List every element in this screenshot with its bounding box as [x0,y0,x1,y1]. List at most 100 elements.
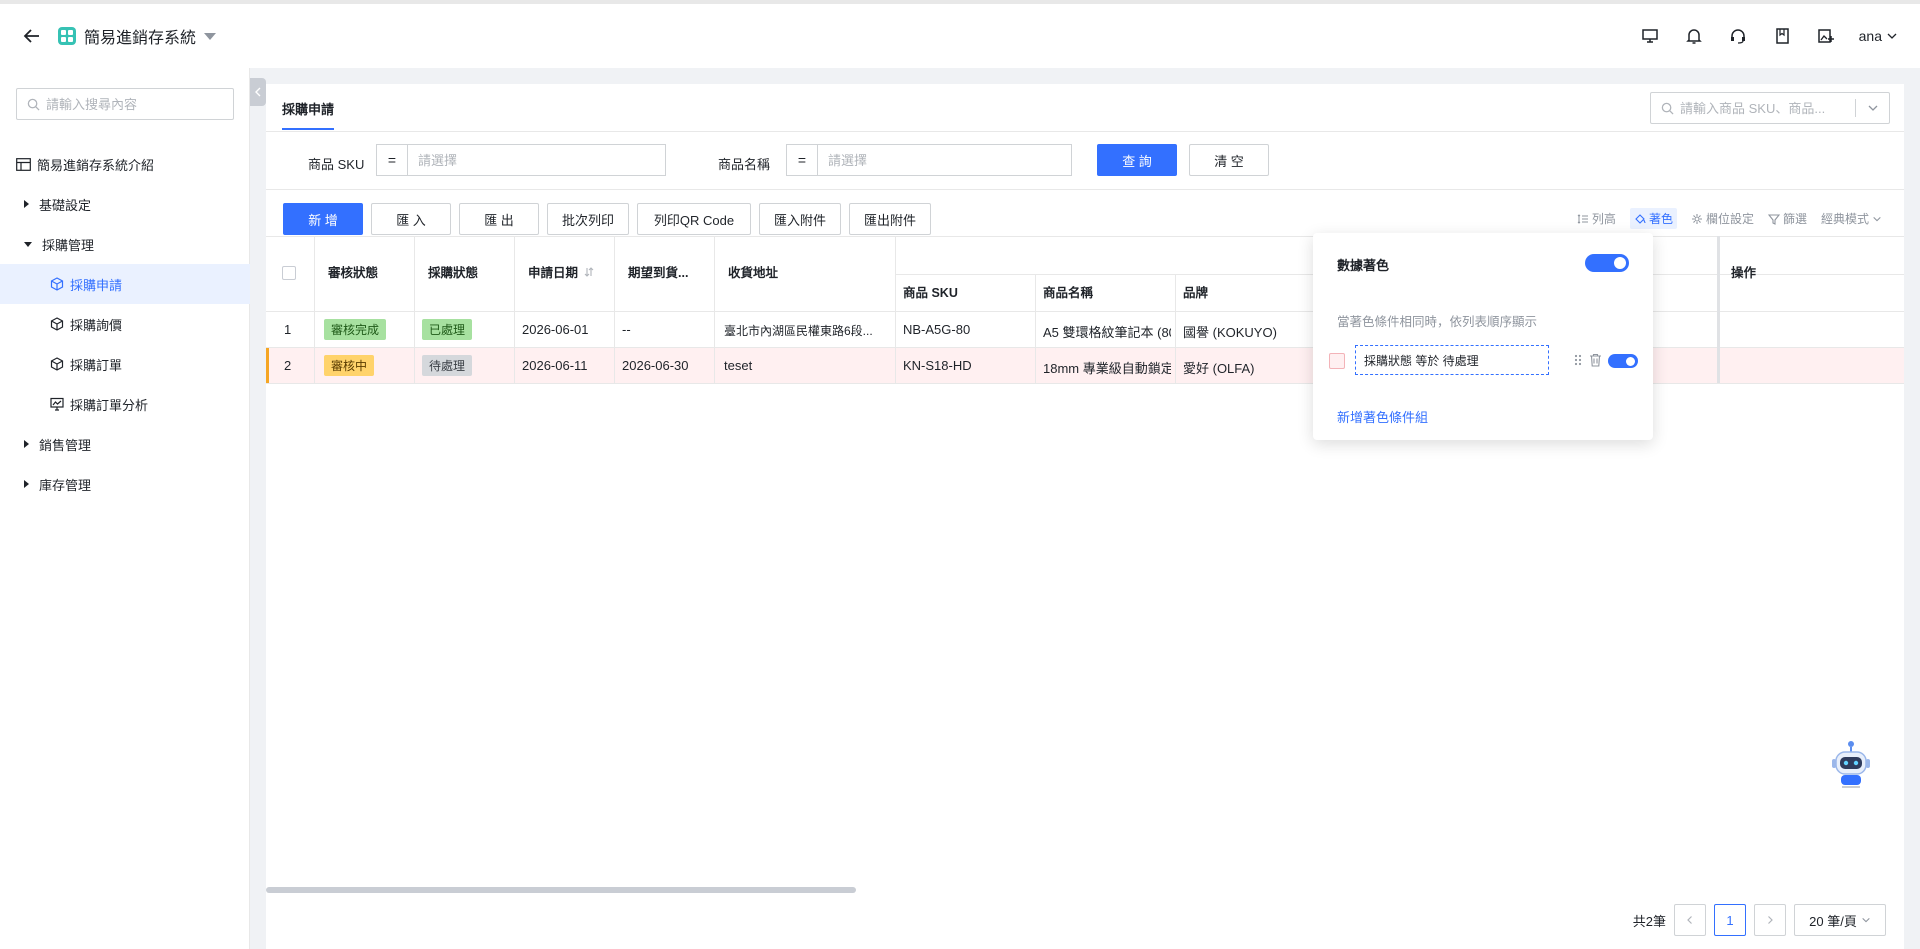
sidebar-group-sales[interactable]: 銷售管理 [0,424,250,464]
main-panel: 採購申請 商品 SKU = 商品名稱 = 查 詢 清 空 新 增 匯 入 匯 出… [266,84,1904,949]
sidebar-group-purchase[interactable]: 採購管理 [0,224,250,264]
clear-button[interactable]: 清 空 [1189,144,1269,176]
bell-icon[interactable] [1683,25,1705,47]
pagination: 共2筆 1 20 筆/頁 [1633,904,1886,936]
paint-bucket-icon [1635,213,1646,224]
col-header-sku[interactable]: 商品 SKU [903,282,958,301]
export-button[interactable]: 匯 出 [459,203,539,235]
next-page-button[interactable] [1754,904,1786,936]
sidebar: 簡易進銷存系統介紹 基礎設定 採購管理 採購申請 採購詢價 採購訂單 [0,68,250,949]
sidebar-item-purchase-inquiry[interactable]: 採購詢價 [0,304,250,344]
prev-page-button[interactable] [1674,904,1706,936]
app-switch-caret-icon[interactable] [204,32,217,40]
purchase-status-badge: 已處理 [422,319,473,340]
chart-screen-icon [50,397,64,411]
view-mode-dropdown[interactable]: 經典模式 [1821,210,1882,227]
column-settings-label: 欄位設定 [1705,212,1754,226]
chevron-down-icon[interactable] [1855,99,1889,117]
user-name: ana [1858,28,1882,44]
total-count: 共2筆 [1632,913,1666,929]
sidebar-collapse-handle[interactable] [250,78,266,106]
address-cell: teset [724,358,753,373]
add-button[interactable]: 新 增 [283,203,363,235]
color-swatch[interactable] [1329,353,1345,369]
sidebar-item-purchase-request[interactable]: 採購申請 [0,264,250,304]
book-icon[interactable] [1771,25,1793,47]
global-search[interactable] [1650,92,1890,124]
funnel-icon [1767,213,1780,225]
data-color-toggle[interactable] [1585,254,1629,272]
col-header-product-name[interactable]: 商品名稱 [1043,282,1093,301]
export-attachment-button[interactable]: 匯出附件 [849,203,931,235]
row-number: 2 [284,358,292,373]
filter-name-input[interactable] [818,144,1072,176]
condition-toggle[interactable] [1608,354,1638,368]
data-color-popover: 數據著色 當著色條件相同時，依列表順序顯示 採購狀態 等於 待處理 新增著色條件… [1313,233,1653,440]
sort-icon[interactable] [583,266,595,278]
col-header-expected-date[interactable]: 期望到貨... [628,262,688,281]
import-button[interactable]: 匯 入 [371,203,451,235]
search-icon [1661,102,1674,115]
sidebar-item-label: 採購訂單分析 [70,397,149,413]
robot-assistant-icon[interactable] [1828,740,1874,790]
page-number-button[interactable]: 1 [1714,904,1746,936]
sidebar-group-label: 銷售管理 [39,437,92,453]
import-attachment-button[interactable]: 匯入附件 [759,203,841,235]
filter-sku-input[interactable] [408,144,666,176]
support-headset-icon[interactable] [1727,25,1749,47]
drag-handle-icon[interactable] [1573,353,1583,370]
filter-sku-operator[interactable]: = [376,144,408,176]
sidebar-group-label: 庫存管理 [39,477,92,493]
tab-purchase-request[interactable]: 採購申請 [282,99,335,130]
sidebar-item-purchase-order-analysis[interactable]: 採購訂單分析 [0,384,250,424]
sidebar-group-inventory[interactable]: 庫存管理 [0,464,250,504]
cube-icon [50,317,64,331]
col-header-brand[interactable]: 品牌 [1183,282,1208,301]
sidebar-item-label: 採購訂單 [70,357,123,373]
filter-tool[interactable]: 篩選 [1767,210,1807,227]
view-mode-label: 經典模式 [1820,212,1869,226]
page-size-select[interactable]: 20 筆/頁 [1794,904,1886,936]
sidebar-group-basic-settings[interactable]: 基礎設定 [0,184,250,224]
review-status-badge: 審核中 [324,355,375,376]
tab-bar: 採購申請 [266,84,1904,132]
col-header-review-status[interactable]: 審核狀態 [328,262,378,281]
col-header-apply-date[interactable]: 申請日期 [528,262,595,281]
search-icon [27,98,40,111]
trash-icon[interactable] [1589,353,1602,370]
color-condition[interactable]: 採購狀態 等於 待處理 [1355,345,1549,375]
chevron-left-icon [255,87,261,97]
app-title[interactable]: 簡易進銷存系統 [84,24,196,48]
row-number: 1 [284,322,292,337]
image-add-icon[interactable] [1815,25,1837,47]
chevron-down-icon [1887,33,1897,39]
col-header-purchase-status[interactable]: 採購狀態 [428,262,478,281]
select-all-checkbox[interactable] [282,266,296,280]
sidebar-item-intro[interactable]: 簡易進銷存系統介紹 [0,144,250,184]
color-tool[interactable]: 著色 [1629,208,1677,229]
gear-icon [1691,213,1702,224]
user-menu[interactable]: ana [1859,28,1898,44]
sidebar-group-label: 基礎設定 [39,197,92,213]
filter-name-operator[interactable]: = [786,144,818,176]
horizontal-scrollbar[interactable] [266,887,856,893]
apply-date-cell: 2026-06-01 [522,322,589,337]
global-search-input[interactable] [1680,100,1840,116]
sidebar-search-input[interactable] [46,96,226,112]
col-header-address[interactable]: 收貨地址 [728,262,778,281]
add-color-group-link[interactable]: 新增著色條件組 [1337,407,1428,426]
row-height-tool[interactable]: 列高 [1577,210,1616,227]
back-arrow-icon[interactable] [22,26,42,46]
filter-sku-label: 商品 SKU [308,157,365,172]
sidebar-search[interactable] [16,88,234,120]
print-qr-button[interactable]: 列印QR Code [637,203,751,235]
monitor-icon[interactable] [1639,25,1661,47]
sidebar-item-purchase-order[interactable]: 採購訂單 [0,344,250,384]
query-button[interactable]: 查 詢 [1097,144,1177,176]
popover-title: 數據著色 [1337,258,1390,273]
column-settings-tool[interactable]: 欄位設定 [1691,210,1754,227]
top-bar: 簡易進銷存系統 ana [0,0,1920,68]
review-status-badge: 審核完成 [324,319,387,340]
batch-print-button[interactable]: 批次列印 [547,203,629,235]
expected-date-cell: 2026-06-30 [622,358,689,373]
